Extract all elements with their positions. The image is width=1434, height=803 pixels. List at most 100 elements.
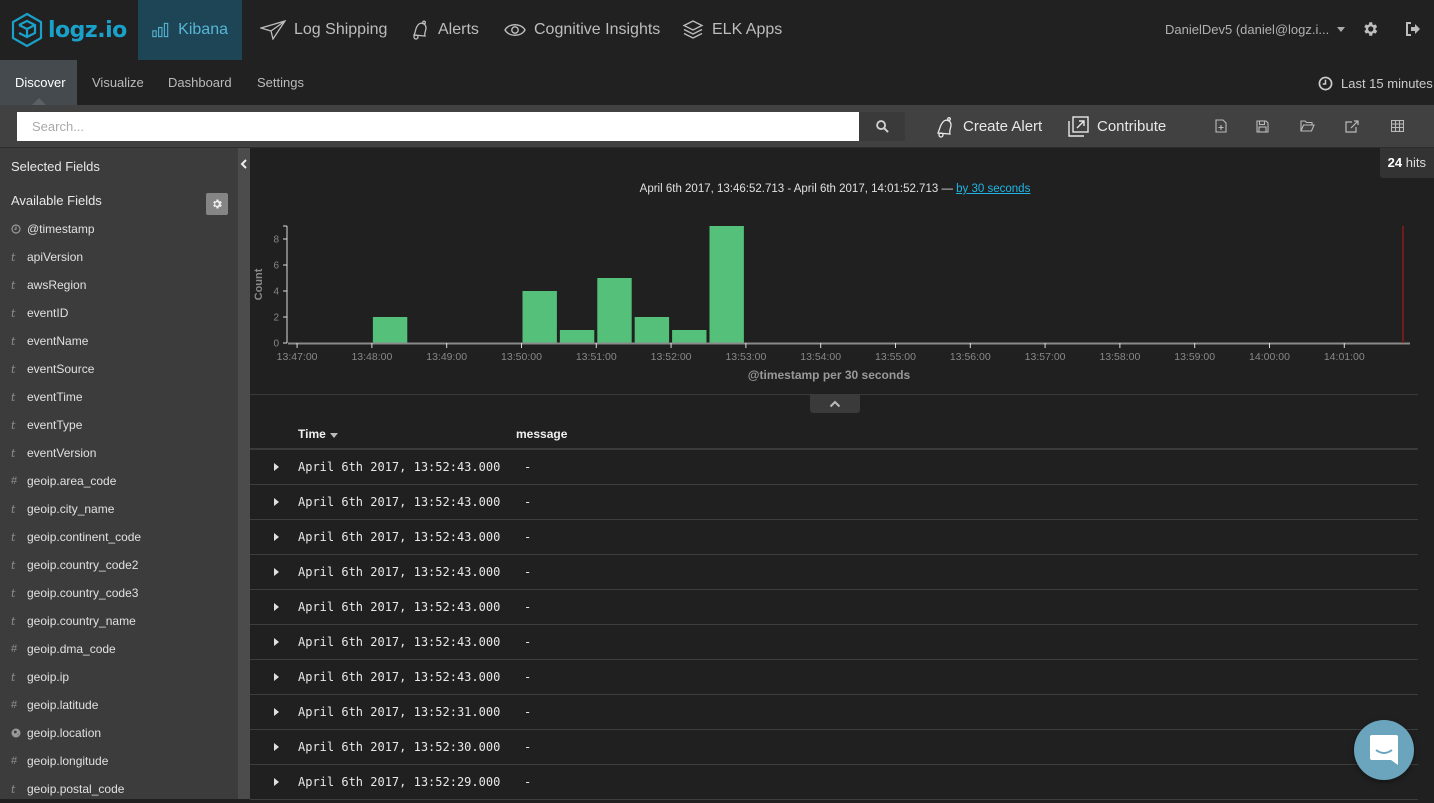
create-alert-button[interactable]: Create Alert	[935, 105, 1042, 148]
field-item[interactable]: t eventVersion	[0, 439, 238, 467]
cell-time: April 6th 2017, 13:52:43.000	[298, 565, 501, 579]
cell-time: April 6th 2017, 13:52:43.000	[298, 600, 501, 614]
table-row[interactable]: April 6th 2017, 13:52:43.000 -	[250, 450, 1418, 485]
expand-row-icon[interactable]	[274, 463, 279, 471]
table-row[interactable]: April 6th 2017, 13:52:43.000 -	[250, 520, 1418, 555]
cell-message: -	[524, 740, 532, 754]
cell-time: April 6th 2017, 13:52:43.000	[298, 670, 501, 684]
string-type-icon: t	[11, 250, 16, 264]
field-item[interactable]: t eventName	[0, 327, 238, 355]
field-item[interactable]: t geoip.continent_code	[0, 523, 238, 551]
search-input[interactable]	[17, 112, 859, 141]
column-message-header[interactable]: message	[516, 427, 567, 441]
string-type-icon: t	[11, 278, 16, 292]
create-alert-label: Create Alert	[963, 118, 1043, 135]
save-icon[interactable]	[1252, 116, 1272, 136]
cell-message: -	[524, 495, 532, 509]
top-navigation: logz.io Kibana Log Shipping Alerts Cogni…	[0, 0, 1434, 60]
column-time-header[interactable]: Time	[298, 427, 338, 441]
sidebar-collapse-handle[interactable]	[238, 148, 250, 799]
support-chat-button[interactable]	[1354, 720, 1414, 780]
table-row[interactable]: April 6th 2017, 13:52:43.000 -	[250, 485, 1418, 520]
search-button[interactable]	[859, 112, 905, 141]
sign-out-icon[interactable]	[1404, 20, 1424, 40]
x-tick-label: 13:52:00	[651, 351, 692, 363]
cell-time: April 6th 2017, 13:52:30.000	[298, 740, 501, 754]
field-item[interactable]: t geoip.country_code2	[0, 551, 238, 579]
expand-row-icon[interactable]	[274, 638, 279, 646]
tab-dashboard[interactable]: Dashboard	[153, 60, 247, 105]
table-row[interactable]: April 6th 2017, 13:52:43.000 -	[250, 590, 1418, 625]
field-item[interactable]: # geoip.latitude	[0, 691, 238, 719]
expand-row-icon[interactable]	[274, 498, 279, 506]
nav-kibana[interactable]: Kibana	[138, 0, 242, 60]
field-item[interactable]: t geoip.country_code3	[0, 579, 238, 607]
field-item[interactable]: t eventType	[0, 411, 238, 439]
sort-desc-icon[interactable]	[329, 433, 338, 438]
tab-settings[interactable]: Settings	[242, 60, 319, 105]
nav-elk-apps[interactable]: ELK Apps	[668, 0, 796, 60]
table-row[interactable]: April 6th 2017, 13:52:43.000 -	[250, 555, 1418, 590]
field-item[interactable]: @timestamp	[0, 215, 238, 243]
chevron-down-icon	[1337, 27, 1346, 32]
field-item[interactable]: t apiVersion	[0, 243, 238, 271]
table-row[interactable]: April 6th 2017, 13:52:43.000 -	[250, 660, 1418, 695]
collapse-chart-button[interactable]	[810, 395, 860, 413]
field-item[interactable]: t geoip.city_name	[0, 495, 238, 523]
nav-cognitive-insights[interactable]: Cognitive Insights	[490, 0, 674, 60]
field-item[interactable]: t awsRegion	[0, 271, 238, 299]
expand-row-icon[interactable]	[274, 603, 279, 611]
time-picker[interactable]: Last 15 minutes	[1318, 76, 1433, 91]
share-icon[interactable]	[1342, 116, 1362, 136]
time-range-text: April 6th 2017, 13:46:52.713 - April 6th…	[639, 183, 953, 195]
field-name: geoip.ip	[27, 670, 70, 684]
tab-visualize[interactable]: Visualize	[77, 60, 159, 105]
interval-link[interactable]: by 30 seconds	[956, 183, 1030, 195]
field-name: geoip.postal_code	[27, 782, 125, 796]
field-name: geoip.dma_code	[27, 642, 116, 656]
field-item[interactable]: t eventTime	[0, 383, 238, 411]
table-row[interactable]: April 6th 2017, 13:52:29.000 -	[250, 765, 1418, 800]
available-fields-list: @timestamp t apiVersion t awsRegion t eventID t…	[0, 215, 238, 803]
expand-row-icon[interactable]	[274, 708, 279, 716]
field-item[interactable]: t geoip.country_name	[0, 607, 238, 635]
expand-row-icon[interactable]	[274, 673, 279, 681]
field-name: eventVersion	[27, 446, 97, 460]
field-item[interactable]: # geoip.area_code	[0, 467, 238, 495]
expand-row-icon[interactable]	[274, 743, 279, 751]
time-range-label: Last 15 minutes	[1341, 76, 1433, 91]
field-item[interactable]: t geoip.ip	[0, 663, 238, 691]
logzio-logo[interactable]: logz.io	[10, 12, 127, 48]
table-row[interactable]: April 6th 2017, 13:52:30.000 -	[250, 730, 1418, 765]
nav-alerts[interactable]: Alerts	[396, 0, 493, 60]
table-options-icon[interactable]	[1387, 116, 1407, 136]
user-menu[interactable]: DanielDev5 (daniel@logz.i...	[1165, 22, 1346, 37]
field-item[interactable]: # geoip.dma_code	[0, 635, 238, 663]
field-name: geoip.country_code2	[27, 558, 139, 572]
tab-discover[interactable]: Discover	[0, 60, 77, 105]
field-item[interactable]: geoip.location	[0, 719, 238, 747]
x-axis-label: @timestamp per 30 seconds	[748, 368, 911, 382]
x-tick-label: 13:59:00	[1174, 351, 1215, 363]
logo-text: logz.io	[48, 17, 127, 43]
field-item[interactable]: t eventSource	[0, 355, 238, 383]
nav-log-shipping[interactable]: Log Shipping	[246, 0, 401, 60]
expand-row-icon[interactable]	[274, 533, 279, 541]
expand-row-icon[interactable]	[274, 568, 279, 576]
field-item[interactable]: t eventID	[0, 299, 238, 327]
expand-row-icon[interactable]	[274, 778, 279, 786]
bar-chart-icon	[152, 22, 169, 38]
field-settings-button[interactable]	[206, 193, 228, 215]
string-type-icon: t	[11, 614, 16, 628]
open-folder-icon[interactable]	[1297, 116, 1317, 136]
gear-icon[interactable]	[1361, 20, 1381, 40]
table-row[interactable]: April 6th 2017, 13:52:31.000 -	[250, 695, 1418, 730]
cell-time: April 6th 2017, 13:52:31.000	[298, 705, 501, 719]
field-name: geoip.city_name	[27, 502, 115, 516]
table-row[interactable]: April 6th 2017, 13:52:43.000 -	[250, 625, 1418, 660]
string-type-icon: t	[11, 446, 16, 460]
field-item[interactable]: # geoip.longitude	[0, 747, 238, 775]
contribute-button[interactable]: Contribute	[1068, 105, 1166, 148]
number-type-icon: #	[11, 643, 18, 655]
new-search-icon[interactable]	[1211, 116, 1231, 136]
